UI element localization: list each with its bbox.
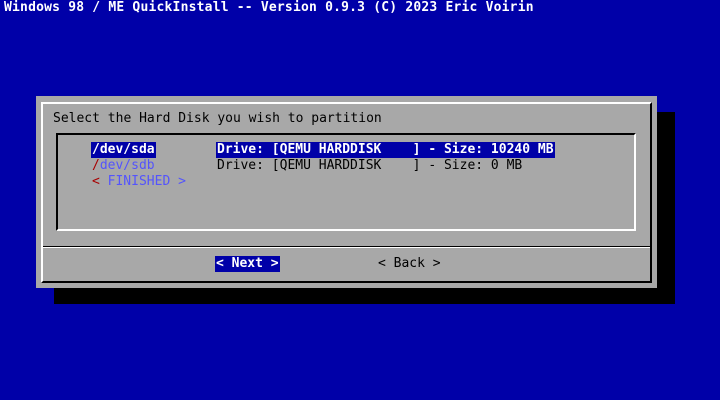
back-button[interactable]: < Back >: [377, 256, 442, 272]
next-button[interactable]: < Next >: [215, 256, 280, 272]
list-item-tag[interactable]: /dev/sdb: [91, 158, 156, 174]
list-item-sda[interactable]: /dev/sda Drive: [QEMU HARDDISK ] - Size:…: [58, 142, 555, 158]
tag-text: FINISHED >: [99, 174, 186, 189]
list-item-description[interactable]: Drive: [QEMU HARDDISK ] - Size: 10240 MB: [216, 142, 555, 158]
disk-list: /dev/sda Drive: [QEMU HARDDISK ] - Size:…: [56, 133, 636, 231]
hotkey-char: <: [92, 174, 100, 189]
tag-text: dev/sda: [99, 142, 155, 157]
partition-dialog: Select the Hard Disk you wish to partiti…: [36, 96, 657, 288]
tag-text: dev/sdb: [99, 158, 155, 173]
backtitle: Windows 98 / ME QuickInstall -- Version …: [4, 0, 534, 15]
dialog-prompt: Select the Hard Disk you wish to partiti…: [53, 111, 382, 126]
button-separator: [43, 246, 650, 248]
installer-screen: Windows 98 / ME QuickInstall -- Version …: [0, 0, 720, 400]
list-item-description[interactable]: Drive: [QEMU HARDDISK ] - Size: 0 MB: [216, 158, 523, 174]
list-item-finished[interactable]: < FINISHED >: [58, 174, 186, 190]
hotkey-char: /: [92, 142, 100, 157]
hotkey-char: /: [92, 158, 100, 173]
list-item-sdb[interactable]: /dev/sdb Drive: [QEMU HARDDISK ] - Size:…: [58, 158, 522, 174]
list-item-tag[interactable]: < FINISHED >: [91, 174, 187, 190]
list-item-tag[interactable]: /dev/sda: [91, 142, 156, 158]
